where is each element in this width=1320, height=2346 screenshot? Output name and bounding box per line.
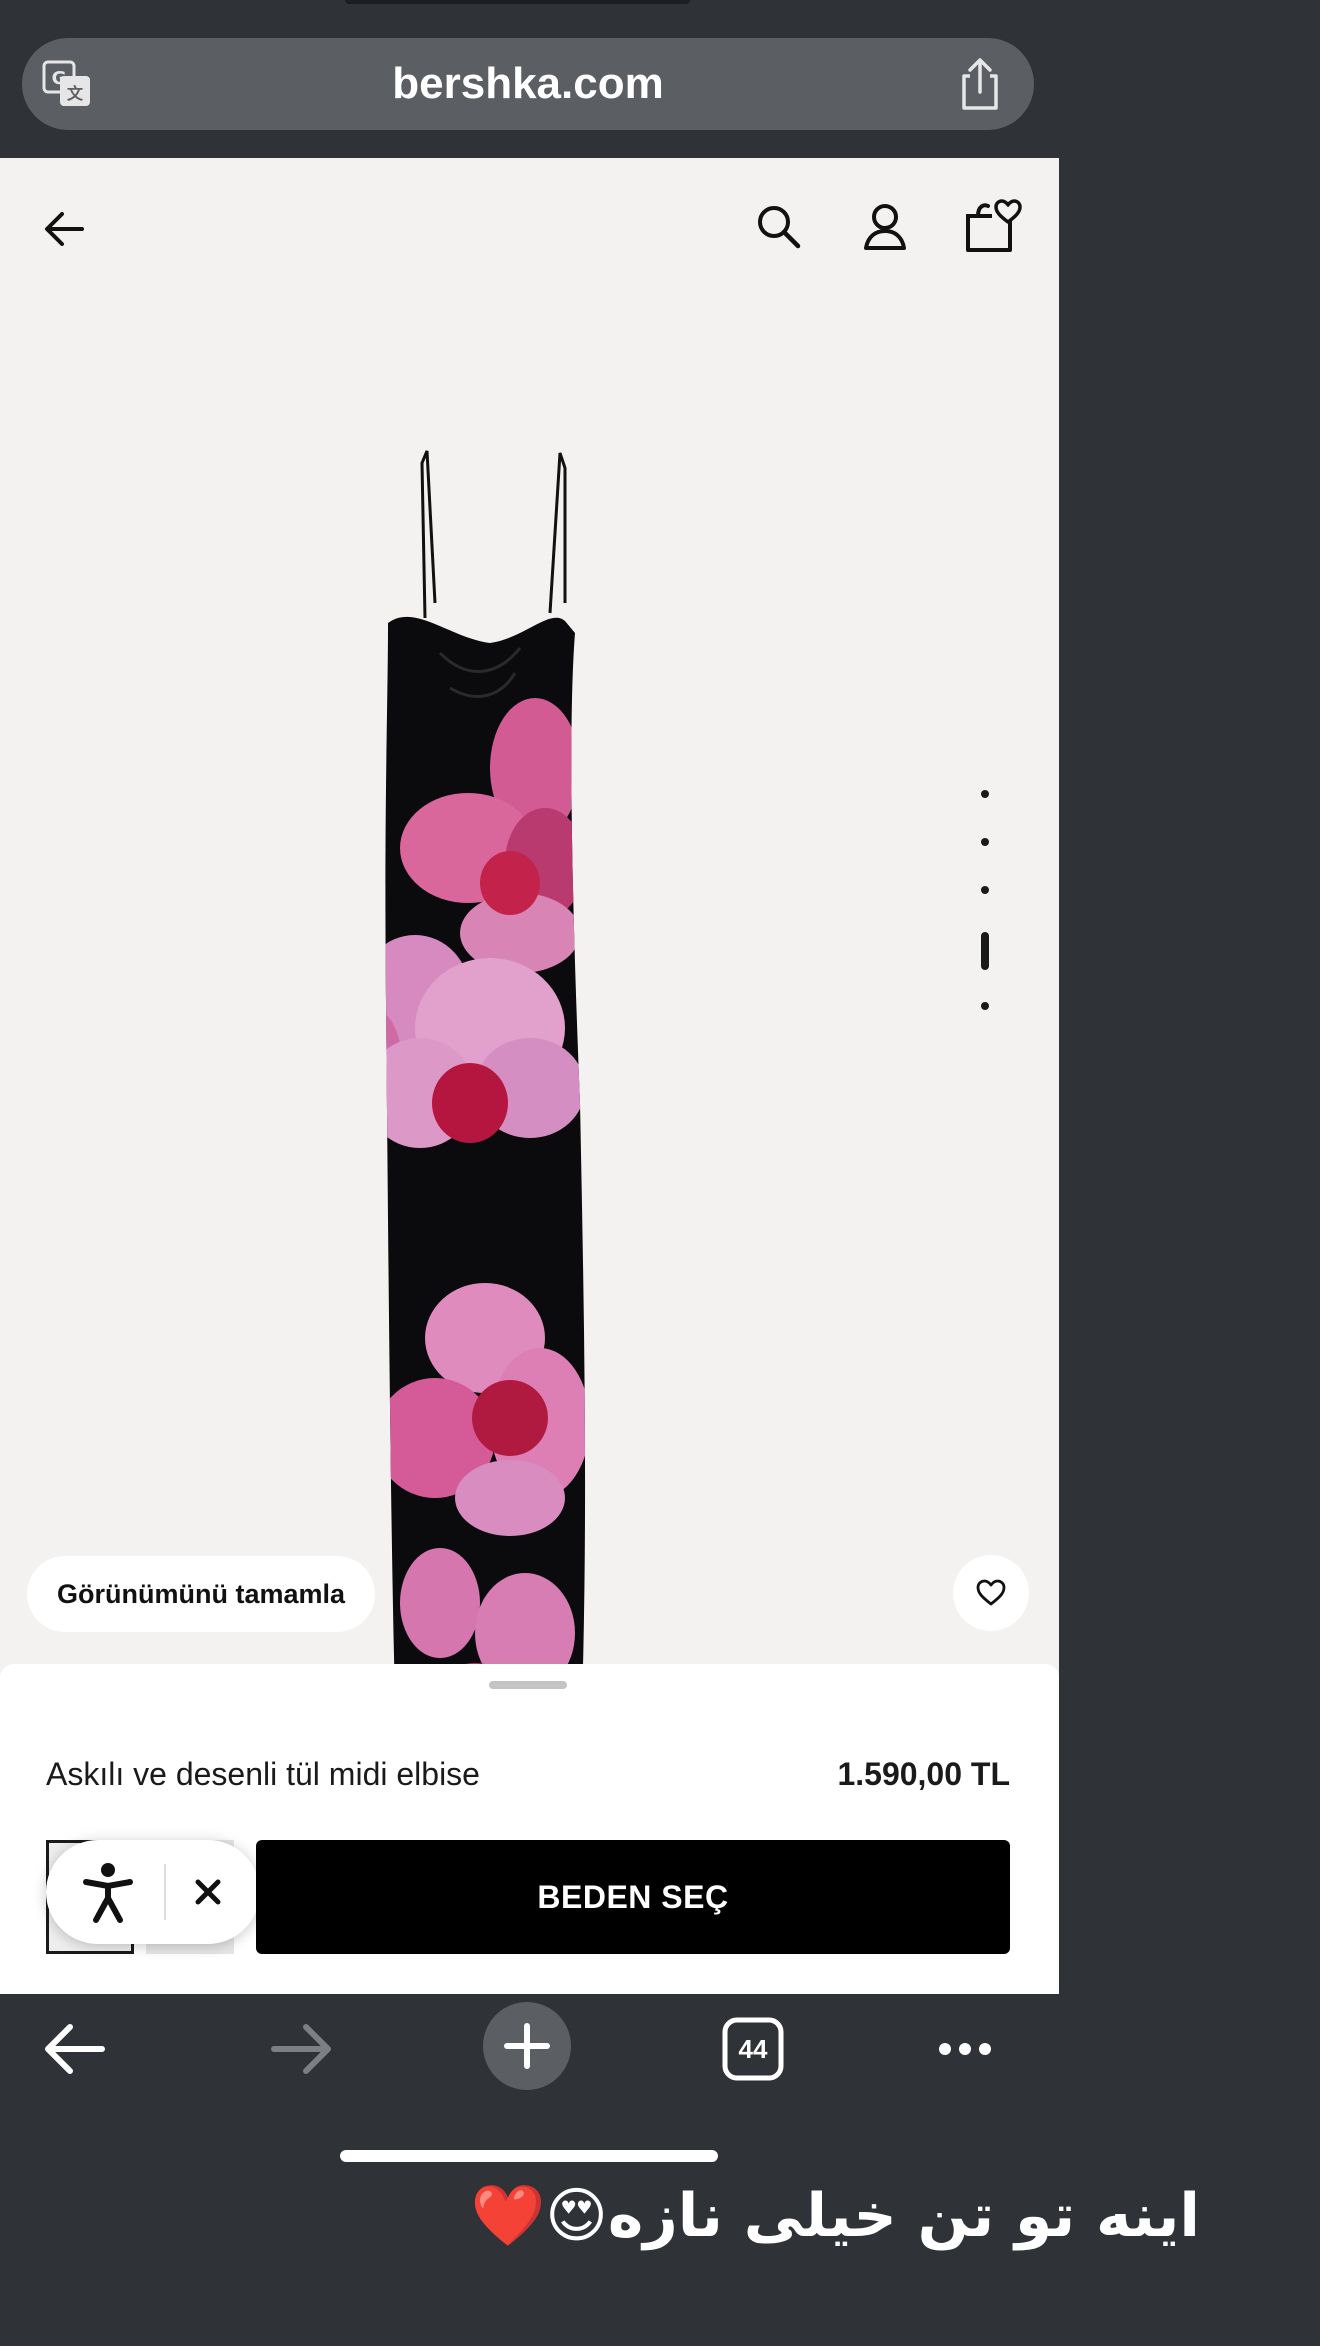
story-caption: اینه تو تن خیلی نازه😍❤️ bbox=[470, 2181, 1200, 2251]
close-icon[interactable] bbox=[186, 1870, 230, 1914]
divider bbox=[164, 1864, 166, 1920]
search-icon[interactable] bbox=[752, 200, 806, 254]
svg-text:文: 文 bbox=[67, 84, 84, 103]
product-price: 1.590,00 TL bbox=[837, 1756, 1010, 1792]
plus-icon bbox=[504, 2023, 550, 2069]
shopping-bag-heart-icon[interactable] bbox=[962, 196, 1022, 256]
product-name: Askılı ve desenli tül midi elbise bbox=[46, 1756, 480, 1792]
tabs-button[interactable]: 44 bbox=[708, 2004, 798, 2094]
product-image[interactable] bbox=[360, 303, 700, 1723]
browser-toolbar: 44 bbox=[0, 1994, 1059, 2104]
heart-icon bbox=[976, 1579, 1006, 1606]
new-tab-button[interactable] bbox=[483, 2002, 571, 2090]
gallery-dot[interactable] bbox=[981, 886, 989, 894]
status-bar-edge bbox=[345, 0, 690, 4]
select-size-button[interactable]: BEDEN SEÇ bbox=[256, 1840, 1010, 1954]
url-text: bershka.com bbox=[392, 59, 664, 108]
back-arrow-icon[interactable] bbox=[38, 202, 92, 256]
tabs-count: 44 bbox=[738, 2034, 768, 2064]
complete-the-look-button[interactable]: Görünümünü tamamla bbox=[27, 1556, 376, 1632]
svg-text:G: G bbox=[52, 68, 67, 89]
gallery-dot-active[interactable] bbox=[981, 932, 989, 970]
product-info-sheet: Askılı ve desenli tül midi elbise 1.590,… bbox=[0, 1664, 1059, 1994]
url-bar[interactable]: G 文 bershka.com bbox=[22, 38, 1034, 130]
gallery-dot[interactable] bbox=[981, 838, 989, 846]
favorite-button[interactable] bbox=[953, 1555, 1029, 1631]
accessibility-widget bbox=[46, 1840, 260, 1944]
more-icon[interactable] bbox=[920, 2004, 1010, 2094]
forward-icon[interactable] bbox=[256, 2004, 346, 2094]
gallery-dot[interactable] bbox=[981, 790, 989, 798]
home-indicator[interactable] bbox=[340, 2150, 718, 2162]
back-icon[interactable] bbox=[30, 2004, 120, 2094]
gallery-dot[interactable] bbox=[981, 1002, 989, 1010]
gallery-pagination bbox=[978, 790, 992, 1190]
sheet-handle[interactable] bbox=[489, 1681, 567, 1689]
accessibility-icon[interactable] bbox=[74, 1858, 142, 1926]
product-page: Görünümünü tamamla Askılı ve desenli tül… bbox=[0, 158, 1059, 1994]
account-icon[interactable] bbox=[858, 200, 912, 254]
share-icon[interactable] bbox=[954, 56, 1006, 112]
translate-icon[interactable]: G 文 bbox=[42, 58, 94, 110]
